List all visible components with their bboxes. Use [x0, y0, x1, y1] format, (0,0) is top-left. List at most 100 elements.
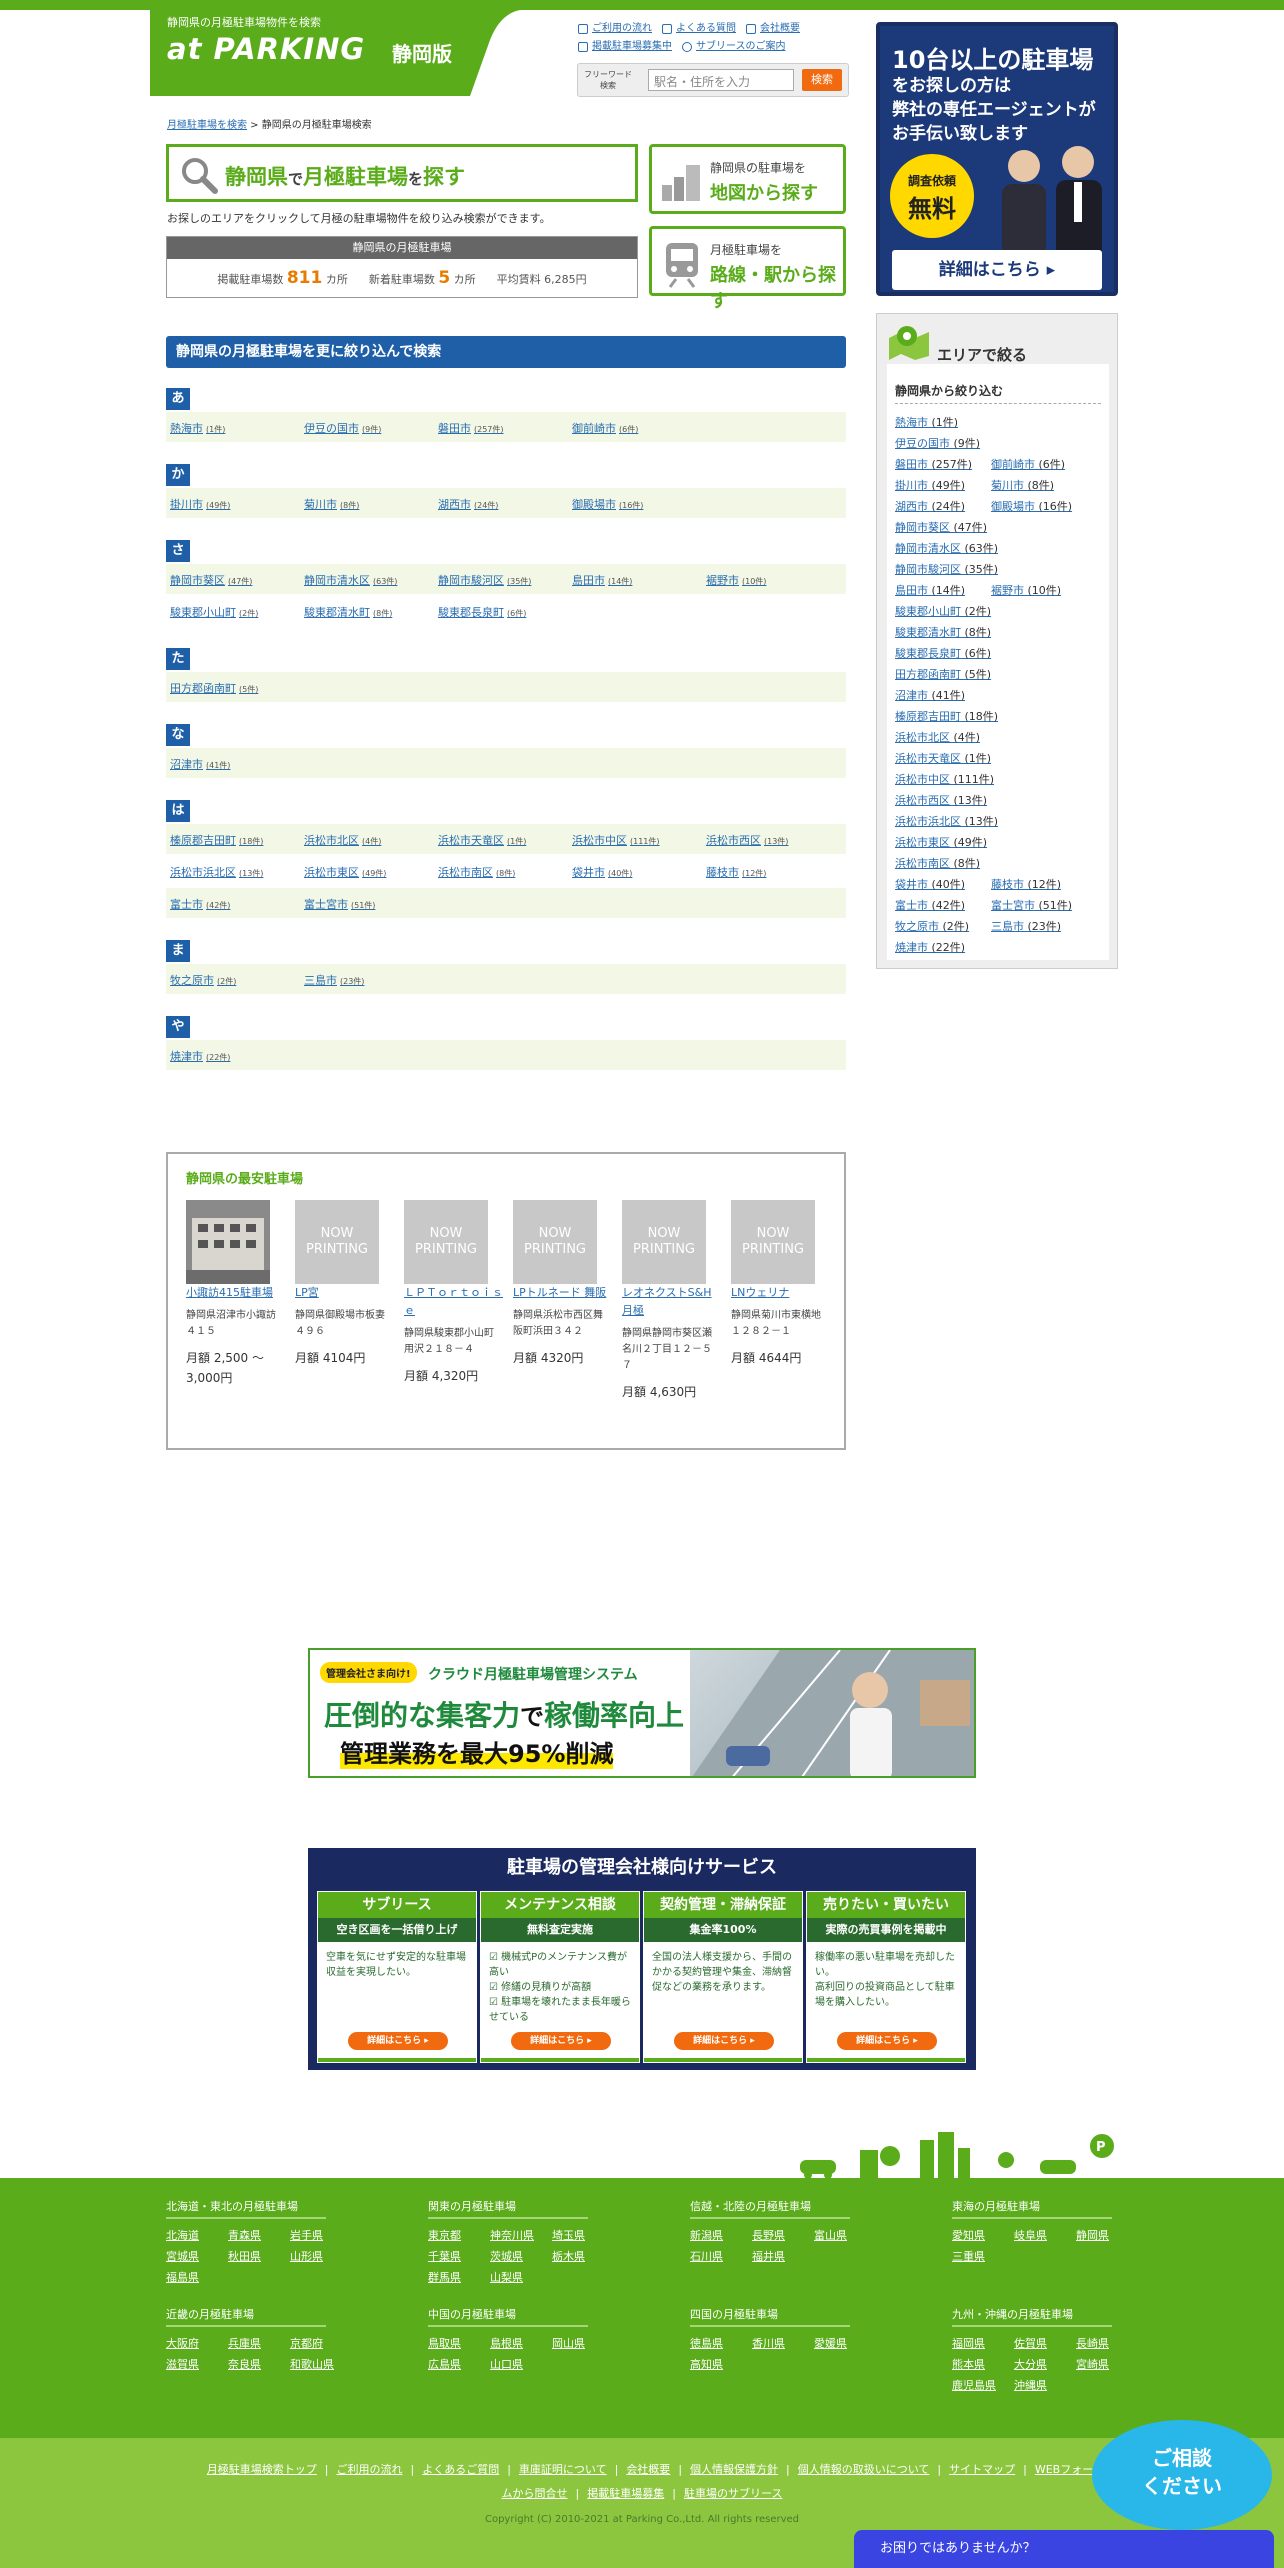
sidebar-area-link[interactable]: 富士市 (42件)	[895, 897, 965, 913]
footer-pref-link[interactable]: 奈良県	[228, 2354, 290, 2375]
area-link[interactable]: 焼津市 (22件)	[170, 1048, 230, 1064]
footer-pref-link[interactable]: 愛媛県	[814, 2333, 876, 2354]
area-link[interactable]: 掛川市 (49件)	[170, 496, 230, 512]
area-link[interactable]: 島田市 (14件)	[572, 572, 632, 588]
breadcrumb-home[interactable]: 月極駐車場を検索	[167, 120, 247, 131]
footer-pref-link[interactable]: 滋賀県	[166, 2354, 228, 2375]
search-button[interactable]: 検索	[802, 69, 842, 91]
sidebar-area-link[interactable]: 牧之原市 (2件)	[895, 918, 969, 934]
sidebar-area-link[interactable]: 駿東郡小山町 (2件)	[895, 603, 991, 619]
service-column[interactable]: サブリース 空き区画を一括借り上げ 空車を気にせず安定的な駐車場収益を実現したい。詳…	[317, 1891, 477, 2063]
footer-pref-link[interactable]: 福島県	[166, 2267, 228, 2288]
footer-pref-link[interactable]: 富山県	[814, 2225, 876, 2246]
sidebar-area-link[interactable]: 三島市 (23件)	[991, 918, 1061, 934]
sidebar-area-link[interactable]: 島田市 (14件)	[895, 582, 965, 598]
footer-pref-link[interactable]: 宮城県	[166, 2246, 228, 2267]
footer-pref-link[interactable]: 埼玉県	[552, 2225, 614, 2246]
area-link[interactable]: 駿東郡小山町 (2件)	[170, 604, 258, 620]
sidebar-area-link[interactable]: 藤枝市 (12件)	[991, 876, 1061, 892]
footer-pref-link[interactable]: 岐阜県	[1014, 2225, 1076, 2246]
footer-pref-link[interactable]: 山口県	[490, 2354, 552, 2375]
footer-pref-link[interactable]: 茨城県	[490, 2246, 552, 2267]
area-link[interactable]: 浜松市東区 (49件)	[304, 864, 386, 880]
area-link[interactable]: 御殿場市 (16件)	[572, 496, 643, 512]
sidebar-area-link[interactable]: 裾野市 (10件)	[991, 582, 1061, 598]
service-detail-button[interactable]: 詳細はこちら ▸	[837, 2032, 937, 2050]
consult-bubble[interactable]: ご相談 ください	[1092, 2420, 1272, 2530]
footer-pref-link[interactable]: 香川県	[752, 2333, 814, 2354]
item-image[interactable]	[186, 1200, 270, 1284]
link-faq[interactable]: よくある質問	[662, 20, 736, 38]
area-link[interactable]: 藤枝市 (12件)	[706, 864, 766, 880]
link-recruit[interactable]: 掲載駐車場募集中	[578, 38, 672, 56]
footer-pref-link[interactable]: 大阪府	[166, 2333, 228, 2354]
footer-link[interactable]: ご利用の流れ	[336, 2463, 402, 2476]
footer-pref-link[interactable]: 群馬県	[428, 2267, 490, 2288]
footer-pref-link[interactable]: 愛知県	[952, 2225, 1014, 2246]
item-name[interactable]: ＬＰＴｏｒｔｏｉｓｅ	[404, 1286, 503, 1317]
footer-pref-link[interactable]: 広島県	[428, 2354, 490, 2375]
sidebar-area-link[interactable]: 浜松市天竜区 (1件)	[895, 750, 991, 766]
service-column[interactable]: メンテナンス相談 無料査定実施 ☑ 機械式Pのメンテナンス費が高い ☑ 修繕の見積りが…	[480, 1891, 640, 2063]
service-detail-button[interactable]: 詳細はこちら ▸	[674, 2032, 774, 2050]
footer-pref-link[interactable]: 福岡県	[952, 2333, 1014, 2354]
area-link[interactable]: 浜松市北区 (4件)	[304, 832, 381, 848]
footer-pref-link[interactable]: 北海道	[166, 2225, 228, 2246]
sidebar-area-link[interactable]: 御殿場市 (16件)	[991, 498, 1072, 514]
area-link[interactable]: 袋井市 (40件)	[572, 864, 632, 880]
area-link[interactable]: 裾野市 (10件)	[706, 572, 766, 588]
sidebar-area-link[interactable]: 熱海市 (1件)	[895, 414, 958, 430]
cloud-system-banner[interactable]: 管理会社さま向け! クラウド月極駐車場管理システム 圧倒的な集客力で稼働率向上 …	[308, 1648, 976, 1778]
footer-link[interactable]: サイトマップ	[949, 2463, 1015, 2476]
footer-pref-link[interactable]: 宮崎県	[1076, 2354, 1138, 2375]
sidebar-area-link[interactable]: 浜松市南区 (8件)	[895, 855, 980, 871]
footer-pref-link[interactable]: 千葉県	[428, 2246, 490, 2267]
area-link[interactable]: 榛原郡吉田町 (18件)	[170, 832, 263, 848]
footer-link[interactable]: 月極駐車場検索トップ	[207, 2463, 317, 2476]
footer-link[interactable]: 会社概要	[626, 2463, 670, 2476]
footer-pref-link[interactable]: 石川県	[690, 2246, 752, 2267]
sidebar-area-link[interactable]: 浜松市中区 (111件)	[895, 771, 994, 787]
footer-pref-link[interactable]: 鳥取県	[428, 2333, 490, 2354]
sidebar-area-link[interactable]: 沼津市 (41件)	[895, 687, 965, 703]
sidebar-area-link[interactable]: 駿東郡長泉町 (6件)	[895, 645, 991, 661]
footer-pref-link[interactable]: 京都府	[290, 2333, 352, 2354]
sidebar-area-link[interactable]: 菊川市 (8件)	[991, 477, 1054, 493]
footer-pref-link[interactable]: 山形県	[290, 2246, 352, 2267]
footer-link[interactable]: 個人情報保護方針	[690, 2463, 778, 2476]
item-name[interactable]: LP宮	[295, 1286, 319, 1299]
area-link[interactable]: 静岡市駿河区 (35件)	[438, 572, 531, 588]
sidebar-area-link[interactable]: 静岡市駿河区 (35件)	[895, 561, 998, 577]
service-detail-button[interactable]: 詳細はこちら ▸	[511, 2032, 611, 2050]
footer-pref-link[interactable]: 大分県	[1014, 2354, 1076, 2375]
footer-pref-link[interactable]: 沖縄県	[1014, 2375, 1076, 2396]
sidebar-area-link[interactable]: 伊豆の国市 (9件)	[895, 435, 980, 451]
footer-pref-link[interactable]: 栃木県	[552, 2246, 614, 2267]
footer-link[interactable]: 個人情報の取扱いについて	[798, 2463, 930, 2476]
area-link[interactable]: 静岡市葵区 (47件)	[170, 572, 252, 588]
footer-pref-link[interactable]: 岡山県	[552, 2333, 614, 2354]
footer-pref-link[interactable]: 青森県	[228, 2225, 290, 2246]
area-link[interactable]: 御前崎市 (6件)	[572, 420, 638, 436]
sidebar-area-link[interactable]: 掛川市 (49件)	[895, 477, 965, 493]
footer-link[interactable]: 駐車場のサブリース	[684, 2487, 782, 2500]
footer-pref-link[interactable]: 新潟県	[690, 2225, 752, 2246]
sidebar-area-link[interactable]: 静岡市葵区 (47件)	[895, 519, 987, 535]
sidebar-area-link[interactable]: 榛原郡吉田町 (18件)	[895, 708, 998, 724]
area-link[interactable]: 浜松市浜北区 (13件)	[170, 864, 263, 880]
footer-pref-link[interactable]: 徳島県	[690, 2333, 752, 2354]
footer-pref-link[interactable]: 山梨県	[490, 2267, 552, 2288]
search-input[interactable]: 駅名・住所を入力	[648, 69, 794, 91]
map-search-button[interactable]: 静岡県の駐車場を 地図から探す	[649, 144, 846, 214]
sidebar-area-link[interactable]: 湖西市 (24件)	[895, 498, 965, 514]
item-image[interactable]: NOW PRINTING	[731, 1200, 815, 1284]
area-link[interactable]: 湖西市 (24件)	[438, 496, 498, 512]
service-column[interactable]: 売りたい・買いたい 実際の売買事例を掲載中 稼働率の悪い駐車場を売却したい。 高利回り…	[806, 1891, 966, 2063]
area-link[interactable]: 静岡市清水区 (63件)	[304, 572, 397, 588]
item-image[interactable]: NOW PRINTING	[295, 1200, 379, 1284]
sidebar-area-link[interactable]: 御前崎市 (6件)	[991, 456, 1065, 472]
footer-pref-link[interactable]: 福井県	[752, 2246, 814, 2267]
agent-ad-banner[interactable]: 10台以上の駐車場 をお探しの方は 弊社の専任エージェントが お手伝い致します 調査…	[876, 22, 1118, 296]
sidebar-area-link[interactable]: 浜松市東区 (49件)	[895, 834, 987, 850]
area-link[interactable]: 磐田市 (257件)	[438, 420, 504, 436]
